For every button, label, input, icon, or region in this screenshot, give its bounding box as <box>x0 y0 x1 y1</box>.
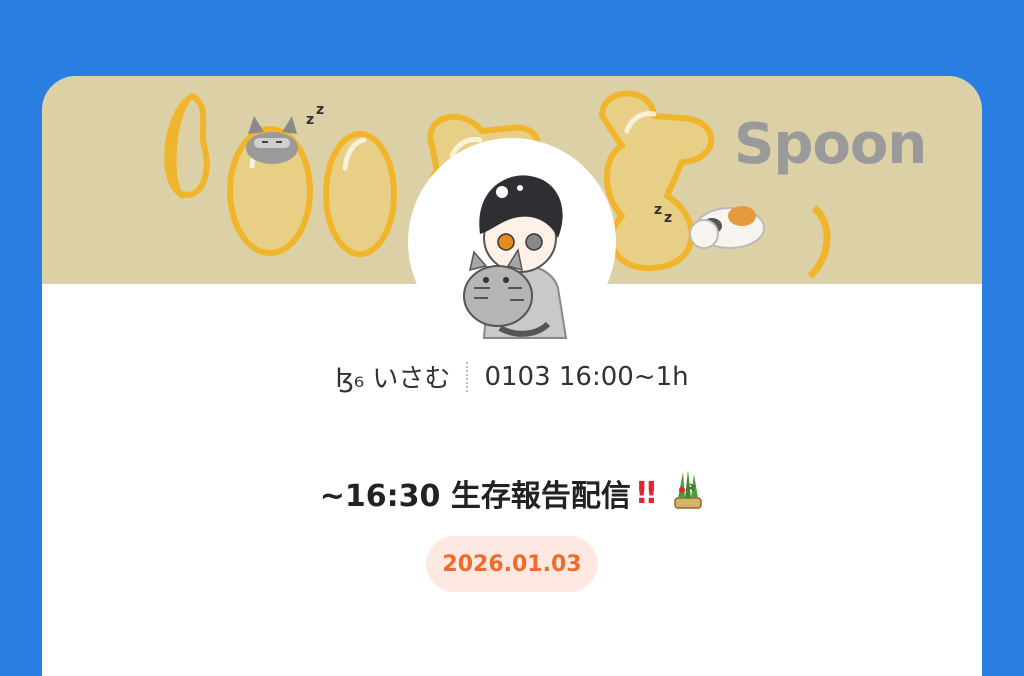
svg-text:z: z <box>664 210 672 226</box>
schedule-text: 0103 16:00~1h <box>484 361 689 392</box>
post-title-row: ~16:30 生存報告配信 !! <box>42 468 982 518</box>
svg-text:z: z <box>316 102 324 118</box>
avatar[interactable] <box>408 138 616 346</box>
profile-card: z z z z Spoon ɮ₆ いさむ 0103 16:00~1h ~16:3… <box>42 76 982 676</box>
brand-logo: Spoon <box>734 112 927 177</box>
date-badge: 2026.01.03 <box>426 536 598 592</box>
post-title: ~16:30 生存報告配信 <box>319 479 631 514</box>
svg-text:z: z <box>654 202 662 218</box>
divider <box>466 361 469 392</box>
kadomatsu-icon <box>672 468 704 518</box>
anime-boy-with-cat-avatar-icon <box>463 175 568 339</box>
double-exclamation-icon: !! <box>634 475 658 511</box>
profile-name[interactable]: ɮ₆ いさむ <box>335 358 450 395</box>
profile-info-row: ɮ₆ いさむ 0103 16:00~1h <box>42 358 982 395</box>
svg-text:z: z <box>306 112 314 128</box>
